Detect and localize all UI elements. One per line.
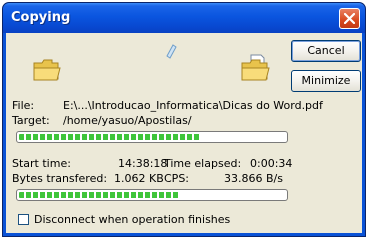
start-time-label: Start time: [12,157,71,170]
minimize-button[interactable]: Minimize [291,70,361,92]
elapsed-label: Time elapsed: [164,157,242,170]
total-progress-bar [16,189,288,201]
target-label: Target: [12,114,50,127]
copy-dialog: Copying Cancel Minimize File: E:\...\Int… [2,2,366,237]
flying-document-icon [166,44,177,59]
cps-value: 33.866 B/s [224,172,283,185]
bytes-value: 1.062 KB [114,172,164,185]
elapsed-value: 0:00:34 [250,157,293,170]
disconnect-label[interactable]: Disconnect when operation finishes [34,213,230,226]
window-title: Copying [11,10,71,25]
bytes-label: Bytes transfered: [12,172,108,185]
file-path: E:\...\Introducao_Informatica\Dicas do W… [63,99,323,112]
disconnect-checkbox[interactable] [18,214,29,225]
target-folder-icon [241,54,270,81]
file-progress-fill [19,134,200,140]
target-path: /home/yasuo/Apostilas/ [63,114,192,127]
close-icon [344,13,355,24]
cps-label: CPS: [164,172,190,185]
dialog-body: Cancel Minimize File: E:\...\Introducao_… [6,33,362,233]
title-bar[interactable]: Copying [3,3,365,33]
total-progress-fill [19,192,179,198]
start-time-value: 14:38:18 [118,157,168,170]
cancel-button[interactable]: Cancel [291,40,361,62]
file-progress-bar [16,131,288,143]
source-folder-icon [33,59,61,81]
file-label: File: [12,99,35,112]
close-button[interactable] [339,8,360,29]
